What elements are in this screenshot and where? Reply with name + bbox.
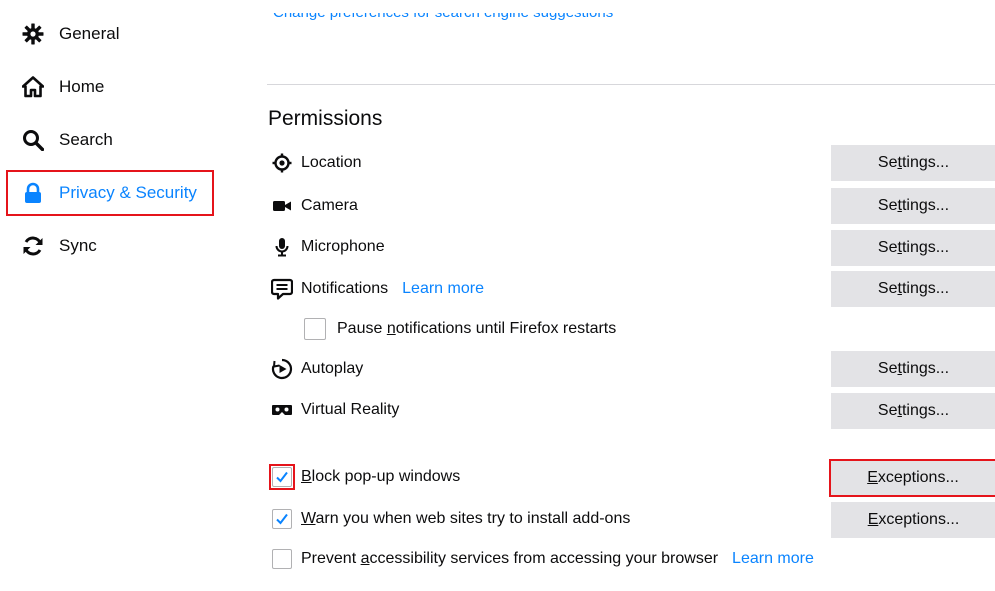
block-popups-row: Block pop-up windows — [269, 464, 461, 490]
prevent-accessibility-label: Prevent accessibility services from acce… — [301, 550, 719, 567]
permission-row-microphone: Microphone — [271, 230, 385, 264]
location-settings-button[interactable]: Settings... — [831, 145, 995, 181]
divider — [267, 84, 995, 85]
home-icon — [22, 76, 44, 98]
permission-row-autoplay: Autoplay — [271, 352, 363, 386]
permission-label: Location — [301, 154, 362, 171]
permission-row-notifications: Notifications Learn more — [271, 272, 484, 306]
section-title-permissions: Permissions — [268, 107, 383, 130]
lock-icon — [22, 182, 44, 204]
search-suggestions-link[interactable]: Change preferences for search engine sug… — [273, 13, 613, 23]
warn-addons-exceptions-button[interactable]: Exceptions... — [831, 502, 995, 538]
sync-icon — [22, 235, 44, 257]
checkmark-icon — [276, 471, 288, 483]
camera-settings-button[interactable]: Settings... — [831, 188, 995, 224]
notifications-icon — [271, 278, 293, 300]
permission-row-virtual-reality: Virtual Reality — [271, 393, 399, 427]
block-popups-exceptions-button[interactable]: Exceptions... — [829, 459, 995, 497]
permission-row-camera: Camera — [271, 189, 358, 223]
notifications-learn-more-link[interactable]: Learn more — [402, 280, 484, 298]
permission-row-location: Location — [271, 146, 362, 180]
permission-label: Camera — [301, 197, 358, 214]
sidebar: General Home Search Privacy & Security S… — [0, 0, 230, 591]
permission-label: Notifications — [301, 280, 389, 297]
permission-label: Autoplay — [301, 360, 364, 377]
search-icon — [22, 129, 44, 151]
sidebar-item-label: General — [59, 24, 120, 43]
sidebar-item-label: Home — [59, 77, 105, 96]
block-popups-label: Block pop-up windows — [301, 468, 461, 485]
sidebar-item-label: Privacy & Security — [59, 183, 197, 202]
autoplay-icon — [271, 358, 293, 380]
prevent-accessibility-checkbox-wrap — [272, 549, 292, 569]
warn-addons-checkbox-wrap — [272, 509, 292, 529]
sidebar-item-label: Search — [59, 130, 113, 149]
virtual-reality-settings-button[interactable]: Settings... — [831, 393, 995, 429]
virtual-reality-icon — [271, 399, 293, 421]
pause-notifications-label: Pause notifications until Firefox restar… — [337, 320, 617, 337]
warn-addons-checkbox[interactable] — [272, 509, 292, 529]
block-popups-checkbox-wrap — [269, 464, 295, 490]
accessibility-learn-more-link[interactable]: Learn more — [732, 550, 814, 568]
sidebar-item-sync[interactable]: Sync — [8, 224, 213, 268]
gear-icon — [22, 23, 44, 45]
pause-notifications-checkbox[interactable] — [304, 318, 326, 340]
prevent-accessibility-checkbox[interactable] — [272, 549, 292, 569]
autoplay-settings-button[interactable]: Settings... — [831, 351, 995, 387]
microphone-icon — [271, 236, 293, 258]
notifications-settings-button[interactable]: Settings... — [831, 271, 995, 307]
camera-icon — [271, 195, 293, 217]
sidebar-item-general[interactable]: General — [8, 12, 213, 56]
main-content: Change preferences for search engine sug… — [267, 0, 995, 591]
block-popups-checkbox[interactable] — [272, 467, 292, 487]
pause-notifications-row: Pause notifications until Firefox restar… — [304, 318, 616, 340]
warn-addons-row: Warn you when web sites try to install a… — [272, 509, 630, 529]
sidebar-item-home[interactable]: Home — [8, 65, 213, 109]
permission-label: Virtual Reality — [301, 401, 400, 418]
sidebar-item-privacy-security[interactable]: Privacy & Security — [6, 170, 214, 216]
warn-addons-label: Warn you when web sites try to install a… — [301, 510, 631, 527]
sidebar-item-search[interactable]: Search — [8, 118, 213, 162]
location-icon — [271, 152, 293, 174]
permission-label: Microphone — [301, 238, 385, 255]
checkmark-icon — [276, 513, 288, 525]
microphone-settings-button[interactable]: Settings... — [831, 230, 995, 266]
prevent-accessibility-row: Prevent accessibility services from acce… — [272, 549, 814, 569]
sidebar-item-label: Sync — [59, 236, 97, 255]
